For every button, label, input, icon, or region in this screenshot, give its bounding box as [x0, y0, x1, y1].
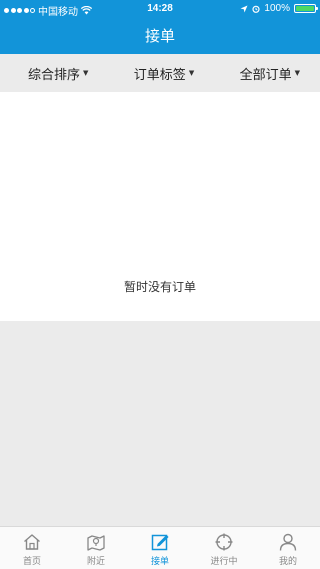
- caret-down-icon: ▼: [294, 69, 300, 77]
- tab-profile[interactable]: 我的: [256, 527, 320, 569]
- edit-icon: [151, 534, 169, 551]
- page-title: 接单: [144, 27, 175, 45]
- battery-icon: [294, 4, 318, 13]
- battery-fill: [296, 6, 314, 11]
- caret-down-icon: ▼: [83, 69, 89, 77]
- order-list-empty-state: 暂时没有订单: [0, 92, 320, 321]
- alarm-icon: [252, 5, 261, 13]
- sort-filter-label: 综合排序: [28, 67, 81, 83]
- target-icon: [215, 533, 233, 551]
- filter-bar: 综合排序 ▼ 订单标签 ▼ 全部订单 ▼: [0, 54, 320, 92]
- order-filter-dropdown[interactable]: 全部订单 ▼: [240, 64, 300, 83]
- tab-bar: 首页 附近 接单 进行中 我的: [0, 526, 320, 569]
- nav-bar: 接单: [0, 18, 320, 54]
- tab-home-label: 首页: [22, 557, 41, 567]
- tab-profile-label: 我的: [278, 557, 297, 567]
- tab-in-progress-label: 进行中: [210, 557, 238, 567]
- location-arrow-icon: [240, 5, 248, 12]
- home-icon: [24, 534, 40, 550]
- tag-filter-label: 订单标签: [133, 67, 186, 83]
- empty-message: 暂时没有订单: [123, 280, 196, 294]
- tab-accept-orders[interactable]: 接单: [128, 527, 192, 569]
- tab-nearby-label: 附近: [86, 557, 105, 567]
- tag-filter-dropdown[interactable]: 订单标签 ▼: [134, 64, 194, 83]
- tab-nearby[interactable]: 附近: [64, 527, 128, 569]
- status-right: 100%: [240, 3, 318, 14]
- tab-accept-orders-label: 接单: [150, 557, 169, 567]
- sort-filter-dropdown[interactable]: 综合排序 ▼: [28, 64, 88, 83]
- status-bar: 中国移动 14:28 100%: [0, 0, 320, 18]
- order-filter-label: 全部订单: [239, 67, 292, 83]
- map-icon: [87, 535, 105, 551]
- tab-home[interactable]: 首页: [0, 527, 64, 569]
- battery-percent: 100%: [264, 3, 290, 14]
- tab-in-progress[interactable]: 进行中: [192, 527, 256, 569]
- user-icon: [279, 533, 297, 551]
- caret-down-icon: ▼: [188, 69, 195, 77]
